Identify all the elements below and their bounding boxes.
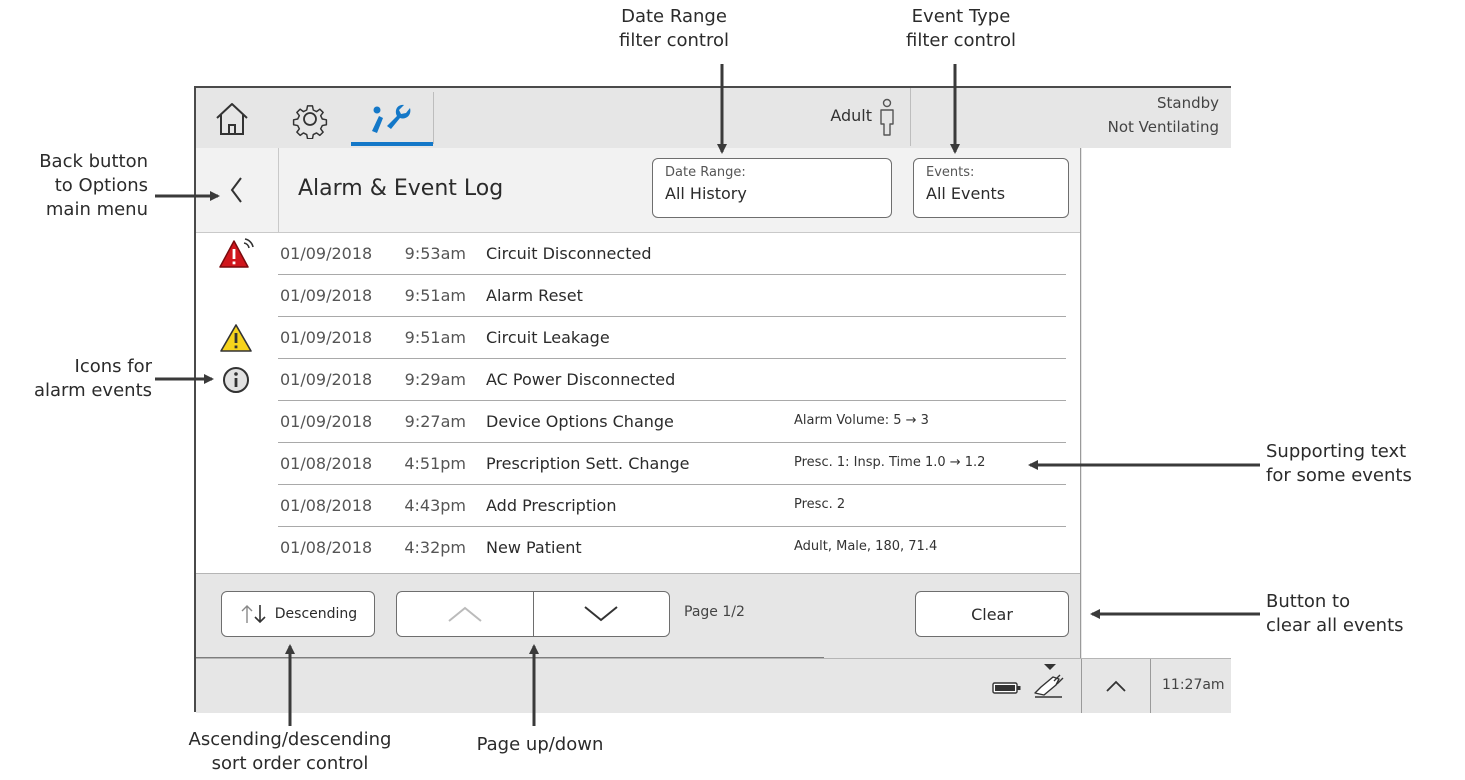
page-title: Alarm & Event Log xyxy=(298,176,504,201)
log-date: 01/09/2018 xyxy=(280,244,373,263)
log-time: 9:51am xyxy=(404,286,466,305)
event-type-label: Events: xyxy=(926,165,975,180)
log-time: 4:43pm xyxy=(404,496,466,515)
log-row[interactable]: 01/08/2018 4:51pm Prescription Sett. Cha… xyxy=(196,443,1080,485)
log-date: 01/08/2018 xyxy=(280,496,373,515)
ventilation-substatus: Not Ventilating xyxy=(1107,118,1219,136)
callout-page-nav: Page up/down xyxy=(476,734,604,755)
event-log-list: 01/09/2018 9:53am Circuit Disconnected 0… xyxy=(196,233,1080,569)
topbar-divider xyxy=(433,92,434,144)
log-event: AC Power Disconnected xyxy=(486,370,676,389)
event-type-value: All Events xyxy=(926,184,1006,203)
chevron-left-icon xyxy=(230,177,242,203)
clear-button[interactable]: Clear xyxy=(915,591,1069,637)
tools-tab[interactable] xyxy=(360,94,420,144)
log-date: 01/08/2018 xyxy=(280,538,373,557)
topbar-divider-right xyxy=(910,88,911,146)
adult-patient-icon xyxy=(880,98,894,136)
event-type-filter[interactable]: Events: All Events xyxy=(913,158,1069,218)
back-button[interactable] xyxy=(196,148,279,232)
callout-sort-order: Ascending/descending sort order control xyxy=(188,729,392,774)
high-priority-alarm-icon xyxy=(219,238,254,268)
log-note: Presc. 2 xyxy=(794,497,846,512)
page-up-button[interactable] xyxy=(397,592,534,636)
log-note: Alarm Volume: 5 → 3 xyxy=(794,413,929,428)
date-range-label: Date Range: xyxy=(665,165,746,180)
log-row[interactable]: 01/08/2018 4:32pm New Patient Adult, Mal… xyxy=(196,527,1080,569)
log-event: Prescription Sett. Change xyxy=(486,454,690,473)
clock: 11:27am xyxy=(1162,677,1225,693)
log-row[interactable]: 01/09/2018 9:53am Circuit Disconnected xyxy=(196,233,1080,275)
log-time: 9:29am xyxy=(404,370,466,389)
log-time: 4:32pm xyxy=(404,538,466,557)
callout-event-type: Event Type filter control xyxy=(906,6,1016,51)
log-time: 4:51pm xyxy=(404,454,466,473)
page-down-button[interactable] xyxy=(534,592,670,636)
log-date: 01/09/2018 xyxy=(280,370,373,389)
settings-tab[interactable] xyxy=(280,94,340,144)
log-note: Adult, Male, 180, 71.4 xyxy=(794,539,938,554)
page-indicator: Page 1/2 xyxy=(684,604,745,620)
chevron-up-icon xyxy=(448,606,482,622)
callout-alarm-icons: Icons for alarm events xyxy=(33,356,152,401)
callout-clear-button: Button to clear all events xyxy=(1266,591,1404,636)
sort-order-label: Descending xyxy=(274,606,358,622)
log-row[interactable]: 01/09/2018 9:51am Alarm Reset xyxy=(196,275,1080,317)
log-row[interactable]: 01/09/2018 9:29am AC Power Disconnected xyxy=(196,359,1080,401)
info-icon xyxy=(223,367,249,393)
callout-supporting-text: Supporting text for some events xyxy=(1266,441,1412,486)
page-navigation xyxy=(396,591,670,637)
sort-order-button[interactable]: Descending xyxy=(221,591,375,637)
sort-arrows-icon xyxy=(241,605,266,624)
alarm-event-log-panel: Alarm & Event Log Date Range: All Histor… xyxy=(196,148,1081,658)
medium-priority-alarm-icon xyxy=(220,324,252,352)
gear-icon xyxy=(292,105,328,139)
date-range-value: All History xyxy=(665,184,747,203)
right-side-panel xyxy=(1082,148,1231,658)
top-bar: Adult Standby Not Ventilating xyxy=(196,88,1231,148)
log-date: 01/09/2018 xyxy=(280,328,373,347)
log-date: 01/09/2018 xyxy=(280,286,373,305)
tools-icon xyxy=(372,104,411,133)
log-event: Alarm Reset xyxy=(486,286,583,305)
log-row[interactable]: 01/09/2018 9:27am Device Options Change … xyxy=(196,401,1080,443)
device-screen: Adult Standby Not Ventilating Alarm & Ev… xyxy=(194,86,1231,713)
active-tab-indicator xyxy=(351,142,433,146)
log-row[interactable]: 01/09/2018 9:51am Circuit Leakage xyxy=(196,317,1080,359)
log-event: Circuit Leakage xyxy=(486,328,610,347)
status-divider xyxy=(1150,659,1151,713)
chevron-down-icon xyxy=(584,606,618,622)
ventilation-status: Standby xyxy=(1156,94,1219,112)
ac-plug-icon xyxy=(1034,664,1064,698)
log-event: Add Prescription xyxy=(486,496,617,515)
log-row[interactable]: 01/08/2018 4:43pm Add Prescription Presc… xyxy=(196,485,1080,527)
home-tab[interactable] xyxy=(202,94,262,144)
log-event: New Patient xyxy=(486,538,582,557)
battery-icon xyxy=(992,682,1021,694)
callout-date-range: Date Range filter control xyxy=(619,6,729,51)
panel-header: Alarm & Event Log Date Range: All Histor… xyxy=(196,148,1080,233)
log-event: Device Options Change xyxy=(486,412,674,431)
date-range-filter[interactable]: Date Range: All History xyxy=(652,158,892,218)
callout-back-button: Back button to Options main menu xyxy=(39,151,148,220)
log-note: Presc. 1: Insp. Time 1.0 → 1.2 xyxy=(794,455,986,470)
log-time: 9:51am xyxy=(404,328,466,347)
home-icon xyxy=(216,103,248,135)
chevron-up-icon xyxy=(1106,680,1126,692)
footer-divider xyxy=(196,657,824,658)
status-bar: 11:27am xyxy=(196,657,1231,713)
log-event: Circuit Disconnected xyxy=(486,244,652,263)
log-time: 9:53am xyxy=(404,244,466,263)
panel-footer: Descending Page 1/2 Clear xyxy=(196,573,1080,658)
log-date: 01/08/2018 xyxy=(280,454,373,473)
patient-mode-label: Adult xyxy=(830,106,872,125)
log-time: 9:27am xyxy=(404,412,466,431)
expand-button[interactable] xyxy=(1082,659,1150,713)
log-date: 01/09/2018 xyxy=(280,412,373,431)
